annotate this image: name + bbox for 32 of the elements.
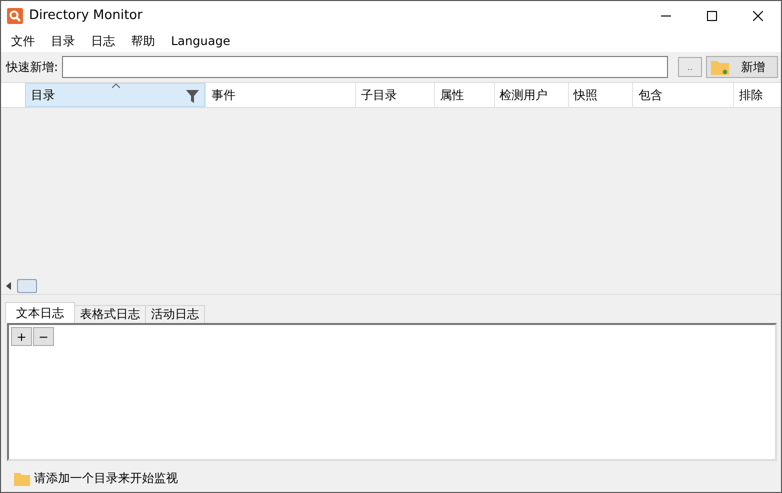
menu-item[interactable]: 文件 xyxy=(3,32,43,50)
app-logo-icon xyxy=(7,8,23,24)
column-header[interactable]: 排除 xyxy=(733,83,782,107)
log-tab[interactable]: 表格式日志 xyxy=(74,305,146,323)
log-tab[interactable]: 文本日志 xyxy=(5,302,75,323)
log-button[interactable]: − xyxy=(33,327,54,346)
add-button[interactable]: 新增 xyxy=(706,56,778,78)
column-header[interactable]: 子目录 xyxy=(355,83,434,107)
column-header[interactable]: 快照 xyxy=(568,83,632,107)
status-text: 请添加一个目录来开始监视 xyxy=(34,470,178,487)
quick-add-field[interactable] xyxy=(62,56,668,78)
scroll-left-icon[interactable] xyxy=(5,282,13,290)
column-header[interactable]: 包含 xyxy=(632,83,734,107)
scrollbar-thumb[interactable] xyxy=(17,279,37,293)
window-title: Directory Monitor xyxy=(29,8,144,23)
maximize-icon[interactable] xyxy=(707,10,717,20)
log-tab[interactable]: 活动日志 xyxy=(145,305,205,323)
menu-item[interactable]: 帮助 xyxy=(123,32,163,50)
menu-item[interactable]: 目录 xyxy=(43,32,83,50)
browse-button[interactable]: .. xyxy=(678,57,702,77)
menu-item[interactable]: 日志 xyxy=(83,32,123,50)
quick-add-label: 快速新增: xyxy=(6,58,58,76)
folder-icon xyxy=(711,59,729,75)
folder-icon xyxy=(14,472,30,486)
column-header[interactable]: 检测用户 xyxy=(494,83,568,107)
close-icon[interactable] xyxy=(753,10,763,20)
menu-item[interactable]: Language xyxy=(163,34,238,48)
log-button[interactable]: + xyxy=(11,327,32,346)
column-header[interactable]: 目录 xyxy=(24,83,206,107)
column-header[interactable]: 属性 xyxy=(434,83,494,107)
column-header[interactable]: 事件 xyxy=(205,83,356,107)
filter-icon[interactable] xyxy=(186,90,200,103)
